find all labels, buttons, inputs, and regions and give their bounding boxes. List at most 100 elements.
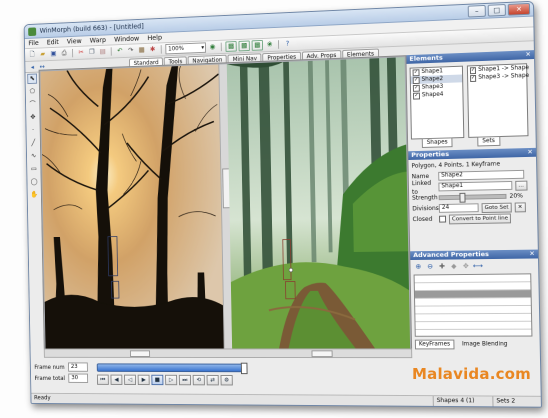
toolbar-separator bbox=[72, 48, 74, 58]
frame-total-input[interactable]: 30 bbox=[68, 373, 89, 383]
set-name: Shape3 -> Shape bbox=[478, 73, 530, 81]
link-browse-button[interactable]: … bbox=[515, 180, 528, 191]
view-both-icon[interactable]: ▩ bbox=[251, 39, 264, 51]
stop-icon[interactable]: ■ bbox=[151, 374, 164, 386]
checkbox[interactable]: ✓ bbox=[412, 84, 420, 92]
tab-keyframes[interactable]: KeyFrames bbox=[414, 339, 455, 350]
morph-canvas[interactable] bbox=[38, 55, 413, 351]
close-panel-icon[interactable]: ✕ bbox=[525, 50, 531, 59]
cut-icon[interactable]: ✂ bbox=[77, 48, 86, 57]
point-tool-icon[interactable]: · bbox=[28, 125, 38, 135]
move-tool-icon[interactable]: ✥ bbox=[28, 112, 38, 122]
menu-file[interactable]: File bbox=[28, 39, 38, 47]
open-folder-icon[interactable]: ▰ bbox=[38, 50, 47, 59]
save-icon[interactable]: ▣ bbox=[49, 50, 58, 59]
image-icon[interactable]: ▦ bbox=[137, 46, 146, 55]
set-item[interactable]: ✓ Shape3 -> Shape bbox=[468, 72, 530, 82]
tab-image-blending[interactable]: Image Blending bbox=[458, 340, 512, 350]
keyframe-row[interactable] bbox=[415, 321, 532, 330]
status-sets: Sets 2 bbox=[492, 396, 516, 407]
tools-icon[interactable]: ✱ bbox=[148, 45, 157, 54]
first-frame-icon[interactable]: ⏮ bbox=[96, 374, 109, 385]
source-image[interactable] bbox=[40, 64, 224, 349]
menu-help[interactable]: Help bbox=[147, 34, 162, 42]
next-frame-icon[interactable]: ▷ bbox=[165, 374, 178, 386]
goto-set-button[interactable]: Goto Set bbox=[481, 202, 512, 213]
move-key-icon[interactable]: ✥ bbox=[461, 262, 471, 271]
linked-field[interactable]: Shape1 bbox=[438, 180, 513, 192]
sets-list: ✓ Shape1 -> Shape ✓ Shape3 -> Shape bbox=[466, 63, 530, 138]
divisions-field[interactable]: 24 bbox=[438, 203, 479, 213]
settings-icon[interactable]: ⚙ bbox=[220, 374, 233, 386]
frame-num-input[interactable]: 23 bbox=[68, 362, 88, 372]
closed-checkbox[interactable] bbox=[439, 215, 447, 223]
view-target-icon[interactable]: ▩ bbox=[238, 40, 250, 52]
shape-summary: Polygon, 4 Points, 1 Keyframe bbox=[411, 159, 533, 171]
undo-icon[interactable]: ↶ bbox=[115, 47, 124, 56]
checkbox[interactable]: ✓ bbox=[470, 74, 477, 82]
polygon-tool-icon[interactable]: ⬠ bbox=[27, 86, 37, 96]
close-panel-icon[interactable]: ✕ bbox=[527, 148, 533, 157]
checkbox[interactable]: ✓ bbox=[412, 68, 420, 76]
zoom-in-icon[interactable]: ⊕ bbox=[413, 262, 423, 271]
close-button[interactable]: ✕ bbox=[507, 2, 531, 16]
sets-tab[interactable]: Sets bbox=[477, 136, 500, 147]
shapes-tab[interactable]: Shapes bbox=[421, 137, 453, 148]
window-controls: – □ ✕ bbox=[467, 2, 534, 18]
minimize-button[interactable]: – bbox=[467, 4, 486, 18]
menu-edit[interactable]: Edit bbox=[47, 38, 59, 46]
strength-slider[interactable] bbox=[438, 192, 507, 203]
last-frame-icon[interactable]: ⏭ bbox=[178, 374, 192, 386]
line-tool-icon[interactable]: ╱ bbox=[28, 138, 38, 148]
target-scroll-thumb[interactable] bbox=[311, 350, 333, 358]
close-panel-icon[interactable]: ✕ bbox=[529, 250, 535, 259]
ellipse-tool-icon[interactable]: ◯ bbox=[29, 177, 39, 187]
keyframe-grid[interactable] bbox=[413, 273, 533, 337]
divisions-row: Divisions 24 Goto Set ✕ bbox=[412, 201, 534, 213]
render-icon[interactable]: ❀ bbox=[265, 40, 275, 49]
select-tool-icon[interactable]: ⬉ bbox=[27, 73, 38, 85]
zoom-out-icon[interactable]: ⊖ bbox=[425, 262, 435, 271]
canvas-horizontal-scrollbar[interactable] bbox=[43, 348, 413, 359]
shape-summary-text: Polygon, 4 Points, 1 Keyframe bbox=[411, 160, 501, 170]
copy-icon[interactable]: ❐ bbox=[87, 48, 96, 57]
name-select[interactable]: Shape2 bbox=[438, 169, 525, 181]
prev-frame-icon[interactable]: ◀ bbox=[110, 374, 123, 385]
convert-button[interactable]: Convert to Point line bbox=[448, 212, 512, 224]
source-scroll-thumb[interactable] bbox=[129, 350, 151, 357]
rect-tool-icon[interactable]: ▭ bbox=[29, 164, 39, 174]
linked-row: Linked to Shape1 … bbox=[412, 179, 534, 195]
play-icon[interactable]: ▶ bbox=[137, 374, 150, 386]
target-image[interactable] bbox=[226, 57, 411, 349]
new-file-icon[interactable]: 🗋 bbox=[28, 50, 37, 59]
print-icon[interactable]: ⎙ bbox=[60, 49, 69, 58]
help-icon[interactable]: ? bbox=[283, 40, 293, 49]
shape-item[interactable]: ✓ Shape4 bbox=[411, 90, 462, 100]
checkbox[interactable]: ✓ bbox=[412, 92, 421, 100]
hand-tool-icon[interactable]: ✋ bbox=[29, 190, 39, 200]
preview-icon[interactable]: ◉ bbox=[208, 43, 217, 52]
bounce-icon[interactable]: ⇄ bbox=[206, 374, 219, 386]
redo-icon[interactable]: ↷ bbox=[126, 46, 135, 55]
remove-icon[interactable]: ✕ bbox=[514, 201, 526, 212]
play-back-icon[interactable]: ◁ bbox=[124, 374, 137, 385]
view-source-icon[interactable]: ▩ bbox=[225, 41, 237, 52]
remove-key-icon[interactable]: ◆ bbox=[449, 262, 459, 271]
menu-warp[interactable]: Warp bbox=[90, 36, 106, 44]
lasso-tool-icon[interactable]: ⌒ bbox=[28, 99, 38, 109]
curve-tool-icon[interactable]: ∿ bbox=[29, 151, 39, 161]
paste-icon[interactable]: ▤ bbox=[98, 47, 107, 56]
menu-view[interactable]: View bbox=[67, 37, 82, 45]
range-icon[interactable]: ⟷ bbox=[473, 262, 483, 271]
strength-slider-knob[interactable] bbox=[459, 192, 466, 203]
frame-slider[interactable] bbox=[96, 362, 248, 375]
add-key-icon[interactable]: ✚ bbox=[437, 262, 447, 271]
menu-window[interactable]: Window bbox=[114, 35, 139, 44]
frame-total-label: Frame total bbox=[34, 374, 66, 382]
loop-icon[interactable]: ⟲ bbox=[192, 374, 205, 386]
zoom-select[interactable]: 100% bbox=[165, 42, 207, 55]
checkbox[interactable]: ✓ bbox=[469, 66, 477, 74]
checkbox[interactable]: ✓ bbox=[412, 76, 420, 84]
frame-slider-knob[interactable] bbox=[240, 362, 248, 375]
maximize-button[interactable]: □ bbox=[487, 4, 506, 17]
